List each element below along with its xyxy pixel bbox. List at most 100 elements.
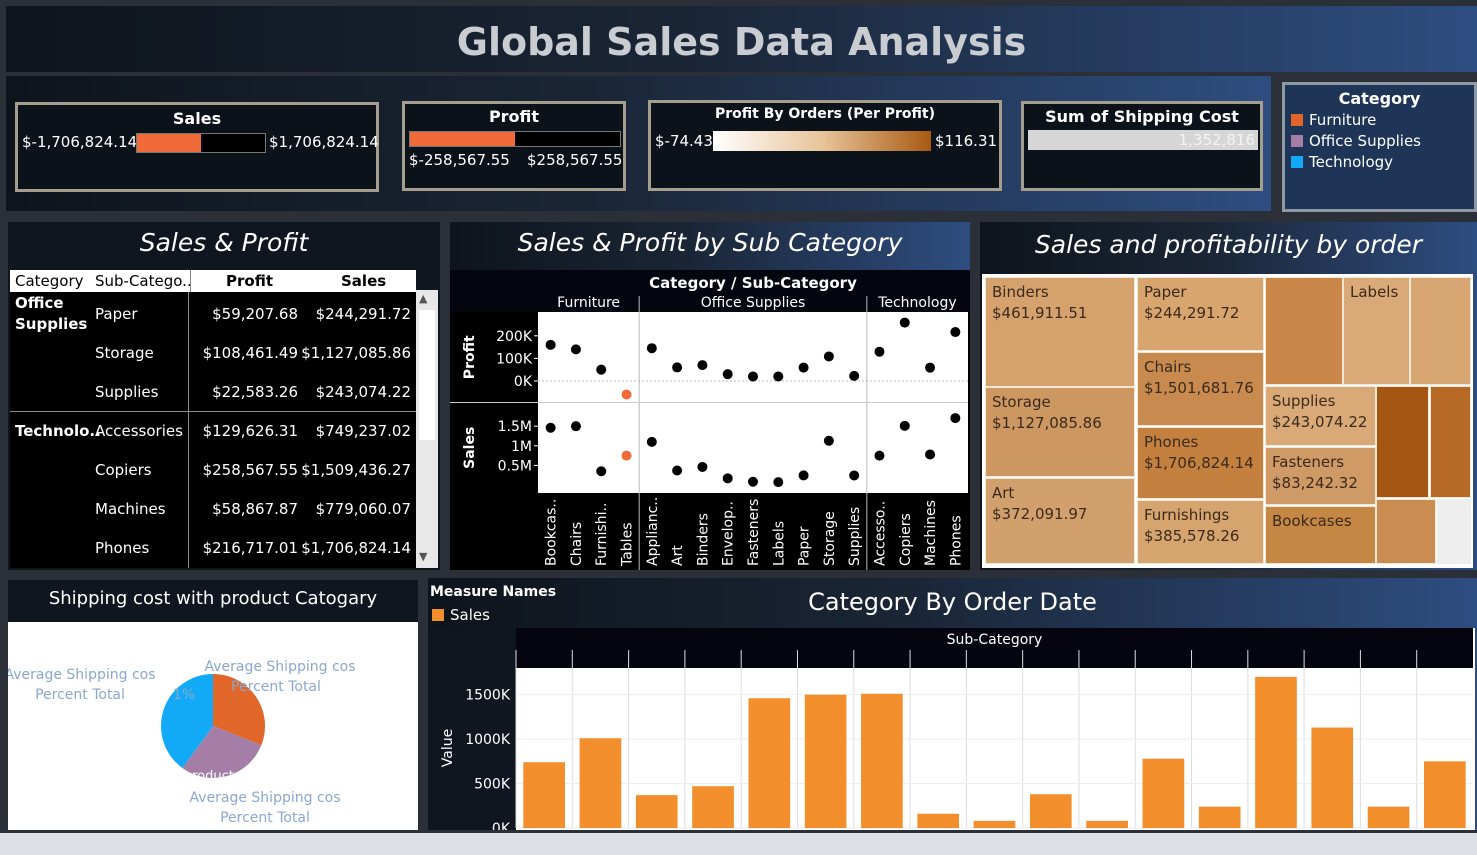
treemap-cell-storage[interactable]: Storage $1,127,085.86: [985, 387, 1135, 477]
bar: [1086, 820, 1128, 828]
kpi-shipping: Sum of Shipping Cost 1,352,816: [1021, 101, 1263, 191]
bar-y-axis-label: Value: [440, 729, 456, 767]
pie-title: Shipping cost with product Catogary: [48, 588, 378, 609]
bar: [1311, 727, 1354, 828]
dot-plot-point: [798, 470, 809, 481]
legend-item-technology[interactable]: Technology: [1291, 153, 1393, 171]
treemap-cell-unlabeled[interactable]: [1265, 277, 1343, 385]
dot-plot-category-label: Furnishi..: [594, 503, 610, 566]
pie-label-subtitle: Percent Total: [231, 679, 321, 695]
dot-plot-point: [823, 435, 834, 446]
row-profit: $108,461.49: [202, 344, 298, 362]
treemap-value: $244,291.72: [1144, 304, 1240, 322]
treemap-cell-unlabeled[interactable]: [1376, 499, 1436, 564]
dashboard-title: Global Sales Data Analysis: [456, 20, 1027, 64]
legend-label: Furniture: [1309, 111, 1377, 129]
pie-label-title: Average Shipping cos: [189, 790, 340, 806]
dot-plot-category-label: Supplies: [847, 507, 863, 566]
treemap-cell-furnishings[interactable]: Furnishings $385,578.26: [1137, 500, 1264, 564]
dot-plot-point: [545, 339, 556, 350]
dot-plot-point: [899, 420, 910, 431]
dot-plot-tick-label: 100K: [496, 351, 533, 367]
col-header-sales[interactable]: Sales: [341, 272, 386, 290]
treemap-cell-chairs[interactable]: Chairs $1,501,681.76: [1137, 352, 1264, 426]
group-technology: Technolo..: [15, 422, 101, 440]
bar-legend-item[interactable]: Sales: [432, 606, 490, 624]
scroll-thumb[interactable]: [419, 310, 435, 440]
table-header-right: Profit Sales: [190, 270, 416, 292]
treemap-label: Bookcases: [1272, 512, 1352, 530]
treemap-cell-phones[interactable]: Phones $1,706,824.14: [1137, 427, 1264, 499]
row-profit: $258,567.55: [202, 461, 298, 479]
kpi-sales-bar: [136, 133, 266, 153]
treemap-cell-art[interactable]: Art $372,091.97: [985, 478, 1135, 564]
pie-label-subtitle: Percent Total: [35, 687, 125, 703]
kpi-profit-orders-min: $-74.43: [655, 132, 713, 150]
row-sub: Accessories: [95, 422, 183, 440]
dot-plot-category-label: Storage: [822, 511, 838, 566]
row-sales: $1,706,824.14: [301, 539, 411, 557]
treemap-cell-bookcases[interactable]: Bookcases: [1265, 506, 1376, 564]
dot-plot-point: [545, 422, 556, 433]
dot-plot-point: [672, 362, 683, 373]
table-scrollbar[interactable]: ▲ ▼: [416, 290, 438, 568]
treemap-label: Paper: [1144, 283, 1187, 301]
legend-item-office-supplies[interactable]: Office Supplies: [1291, 132, 1421, 150]
bar: [1029, 794, 1072, 828]
treemap-label: Storage: [992, 393, 1051, 411]
col-header-category[interactable]: Category: [15, 272, 84, 290]
treemap-cell-fasteners[interactable]: Fasteners $83,242.32: [1265, 447, 1376, 505]
dot-plot-category-label: Bookcas..: [544, 499, 560, 566]
treemap-cell-labels[interactable]: Labels: [1343, 277, 1410, 385]
bar-tick-label: 500K: [474, 777, 511, 793]
dot-plot-category-label: Envelop..: [721, 501, 737, 566]
dot-plot-point: [570, 421, 581, 432]
treemap-cell-unlabeled[interactable]: [1410, 277, 1471, 385]
dot-plot-point: [722, 369, 733, 380]
row-sub: Supplies: [95, 383, 159, 401]
dot-plot-point: [596, 364, 607, 375]
dot-plot-header: Category / Sub-Category: [649, 274, 857, 292]
row-sales: $1,509,436.27: [301, 461, 411, 479]
legend-swatch: [1291, 156, 1303, 168]
bar: [1424, 761, 1466, 828]
dot-plot-category-label: Accesso..: [872, 501, 888, 566]
dot-plot-point: [646, 343, 657, 354]
treemap-cell-paper[interactable]: Paper $244,291.72: [1137, 277, 1264, 351]
treemap-cell-supplies[interactable]: Supplies $243,074.22: [1265, 386, 1376, 446]
treemap-label: Labels: [1350, 283, 1399, 301]
dot-plot-group-label: Office Supplies: [701, 295, 806, 311]
legend-item-furniture[interactable]: Furniture: [1291, 111, 1376, 129]
scroll-down-icon[interactable]: ▼: [419, 550, 427, 563]
treemap-cell-unlabeled[interactable]: [1430, 386, 1471, 498]
col-header-subcategory[interactable]: Sub-Catego..: [95, 272, 192, 290]
treemap-value: $1,501,681.76: [1144, 379, 1254, 397]
bar: [635, 795, 678, 828]
row-sales: $244,291.72: [315, 305, 411, 323]
legend-swatch: [1291, 135, 1303, 147]
treemap-label: Fasteners: [1272, 453, 1345, 471]
kpi-band: Sales $-1,706,824.14 $1,706,824.14 Profi…: [6, 76, 1271, 211]
kpi-profit-title: Profit: [488, 107, 540, 126]
treemap-cell-binders[interactable]: Binders $461,911.51: [985, 277, 1135, 387]
sales-profit-table: Category Sub-Catego.. Profit Sales Offic…: [10, 270, 416, 568]
dot-plot-point: [874, 450, 885, 461]
row-sales: $779,060.07: [315, 500, 411, 518]
scroll-up-icon[interactable]: ▲: [419, 292, 427, 305]
kpi-sales-bar-fill: [137, 134, 201, 152]
dot-plot-point: [925, 449, 936, 460]
col-header-profit[interactable]: Profit: [226, 272, 273, 290]
dot-plot-point: [925, 362, 936, 373]
dot-plot-point: [596, 466, 607, 477]
dot-plot-point: [849, 470, 860, 481]
dot-plot-category-label: Phones: [948, 515, 964, 566]
dot-plot-point: [697, 461, 708, 472]
bar: [861, 693, 903, 828]
row-sub: Paper: [95, 305, 138, 323]
dot-plot-tick-label: 0.5M: [498, 458, 532, 474]
pie-label-title: Average Shipping cos: [8, 667, 156, 683]
pie-label-subtitle: Percent Total: [220, 810, 310, 826]
treemap-cell-unlabeled[interactable]: [1376, 386, 1429, 498]
legend-label: Technology: [1309, 153, 1394, 171]
dot-plot-tick-label: 200K: [496, 329, 533, 345]
